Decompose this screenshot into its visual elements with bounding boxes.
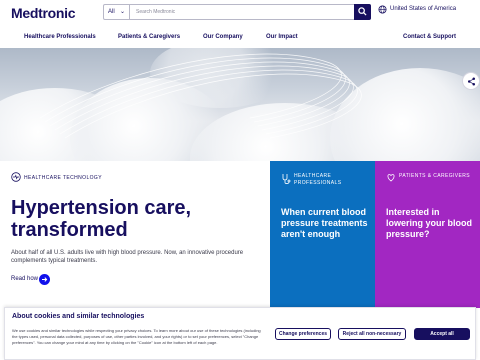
medtronic-logo[interactable]: Medtronic <box>11 5 76 21</box>
category-tag-label: HEALTHCARE TECHNOLOGY <box>24 175 102 181</box>
cookie-banner: About cookies and similar technologies W… <box>4 307 476 360</box>
nav-our-impact[interactable]: Our Impact <box>266 34 298 40</box>
search-button[interactable] <box>354 4 371 20</box>
light-trails-graphic <box>39 53 362 139</box>
card-healthcare-professionals[interactable]: HEALTHCARE PROFESSIONALS When current bl… <box>270 161 375 308</box>
hero-content-panel: HEALTHCARE TECHNOLOGY Hypertension care,… <box>0 161 270 308</box>
nav-our-company[interactable]: Our Company <box>203 34 243 40</box>
cookie-banner-title: About cookies and similar technologies <box>12 313 145 320</box>
accept-all-button[interactable]: Accept all <box>414 328 470 340</box>
read-how-label: Read how <box>11 276 39 282</box>
region-label: United States of America <box>390 6 457 12</box>
hero-headline: Hypertension care, transformed <box>11 197 192 241</box>
share-icon <box>467 77 476 86</box>
stethoscope-icon <box>282 174 291 184</box>
search-bar: All ⌄ <box>103 4 371 20</box>
share-button[interactable] <box>462 72 480 90</box>
site-header: Medtronic All ⌄ United States of America… <box>0 0 480 48</box>
main-nav: Healthcare Professionals Patients & Care… <box>0 30 480 46</box>
card-title: Interested in lowering your blood pressu… <box>386 207 472 239</box>
arrow-right-icon <box>39 274 50 285</box>
nav-healthcare-professionals[interactable]: Healthcare Professionals <box>24 34 96 40</box>
card-patients-caregivers[interactable]: PATIENTS & CAREGIVERS Interested in lowe… <box>375 161 480 308</box>
card-title: When current blood pressure treatments a… <box>281 207 368 239</box>
heart-hands-icon <box>387 174 395 182</box>
change-preferences-button[interactable]: Change preferences <box>275 328 331 340</box>
heart-pulse-icon <box>11 172 21 182</box>
search-icon <box>358 7 367 16</box>
cookie-banner-text: We use cookies and similar technologies … <box>12 328 261 345</box>
search-scope-select[interactable]: All ⌄ <box>104 5 130 19</box>
card-tag-label: HEALTHCARE PROFESSIONALS <box>294 173 342 186</box>
nav-contact-support[interactable]: Contact & Support <box>403 34 456 40</box>
globe-icon <box>378 5 387 14</box>
hero-image <box>0 48 480 161</box>
search-scope-value: All <box>108 9 115 15</box>
card-tag-label: PATIENTS & CAREGIVERS <box>399 173 471 179</box>
reject-all-button[interactable]: Reject all non-necessary <box>338 328 406 340</box>
chevron-down-icon: ⌄ <box>119 9 125 15</box>
hero-description: About half of all U.S. adults live with … <box>11 250 244 264</box>
search-input[interactable] <box>136 5 346 19</box>
nav-patients-caregivers[interactable]: Patients & Caregivers <box>118 34 180 40</box>
